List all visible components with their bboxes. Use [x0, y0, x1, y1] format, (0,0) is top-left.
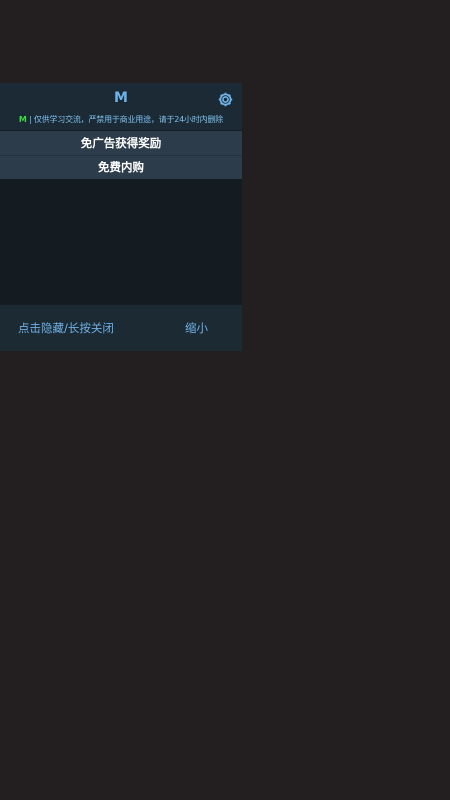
- panel-footer: 点击隐藏/长按关闭 缩小: [0, 305, 242, 351]
- minimize-button[interactable]: 缩小: [185, 305, 208, 351]
- hide-close-button[interactable]: 点击隐藏/长按关闭: [18, 305, 114, 351]
- panel-header: M M | 仅供学习交流，严禁用于商业用途，请于24小时内删除: [0, 83, 242, 130]
- floating-menu-panel: M M | 仅供学习交流，严禁用于商业用途，请于24小时内删除 免广告获得奖励 …: [0, 83, 242, 351]
- disclaimer-notice: M | 仅供学习交流，严禁用于商业用途，请于24小时内删除: [0, 114, 242, 125]
- menu-item-free-purchase[interactable]: 免费内购: [0, 155, 242, 179]
- notice-text: 仅供学习交流，严禁用于商业用途，请于24小时内删除: [33, 115, 224, 124]
- notice-separator: |: [29, 115, 32, 124]
- menu-item-ad-free-reward[interactable]: 免广告获得奖励: [0, 131, 242, 155]
- notice-prefix: M: [18, 115, 27, 124]
- menu-list: 免广告获得奖励 免费内购: [0, 131, 242, 179]
- gear-icon[interactable]: [217, 91, 234, 108]
- panel-title: M: [114, 90, 128, 106]
